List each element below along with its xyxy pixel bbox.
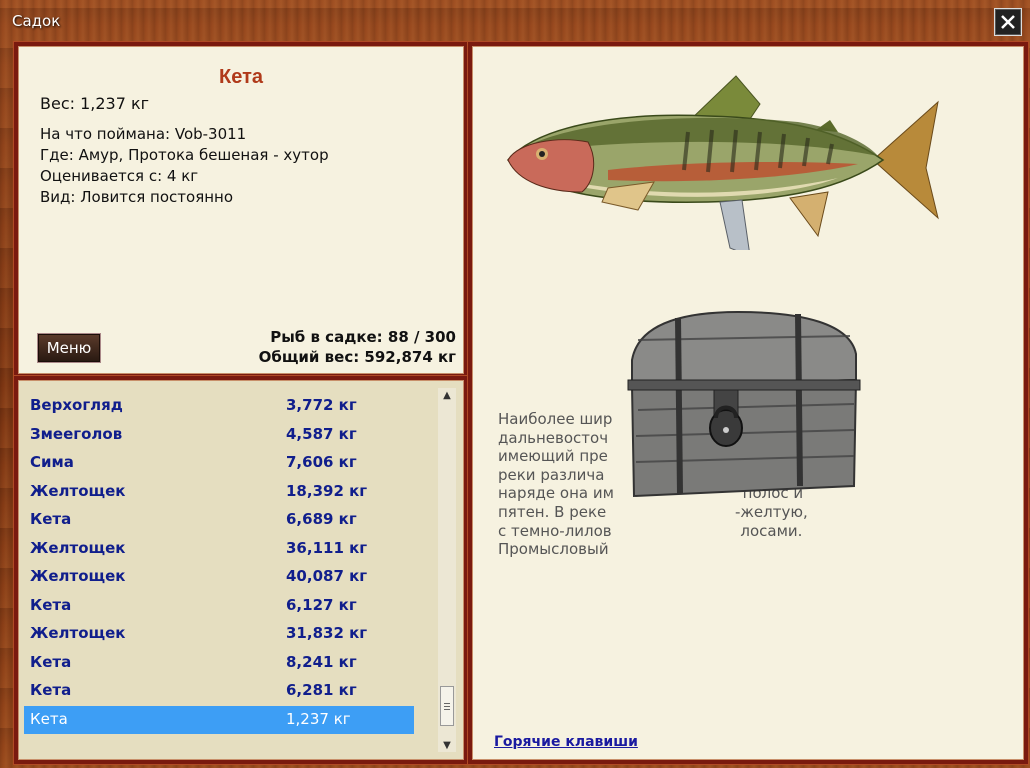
list-item-name: Желтощек bbox=[30, 538, 126, 557]
list-item[interactable]: Кета 6,281 кг bbox=[24, 677, 414, 706]
list-item[interactable]: Кета 8,241 кг bbox=[24, 649, 414, 678]
list-item-weight: 18,392 кг bbox=[286, 481, 368, 500]
list-item-weight: 31,832 кг bbox=[286, 624, 368, 642]
fish-type: Вид: Ловится постоянно bbox=[40, 188, 234, 206]
menu-button[interactable]: Меню bbox=[38, 334, 100, 362]
list-item-name: Кета bbox=[30, 681, 72, 699]
list-item-name: Кета bbox=[30, 595, 72, 614]
list-item-name: Кета bbox=[30, 510, 72, 528]
fish-count: Рыб в садке: 88 / 300 bbox=[270, 328, 456, 346]
list-item-weight: 8,241 кг bbox=[286, 652, 357, 671]
list-item[interactable]: Желтощек 18,392 кг bbox=[24, 478, 414, 507]
list-item-name: Кета bbox=[30, 709, 68, 728]
close-button[interactable] bbox=[994, 8, 1022, 36]
list-item-weight: 7,606 кг bbox=[286, 453, 357, 471]
list-item-weight: 6,127 кг bbox=[286, 595, 357, 614]
fish-details: На что поймана: Vob-3011 Где: Амур, Прот… bbox=[40, 124, 329, 208]
catch-list-panel: Верхогляд 3,772 кг Змееголов 4,587 кг Сима 7,… bbox=[14, 376, 468, 764]
list-item-name: Кета bbox=[30, 652, 72, 671]
list-item-weight: 3,772 кг bbox=[286, 396, 357, 414]
list-item-weight: 36,111 кг bbox=[286, 538, 368, 557]
catch-list: Верхогляд 3,772 кг Змееголов 4,587 кг Сима 7,… bbox=[24, 392, 414, 734]
list-item-name: Желтощек bbox=[30, 624, 126, 642]
list-item[interactable]: Желтощек 40,087 кг bbox=[24, 563, 414, 592]
list-item-name: Сима bbox=[30, 453, 74, 471]
fish-detail-panel: Наиболее шир овый виддальневосточ еимеющ… bbox=[468, 42, 1028, 764]
list-item-weight: 1,237 кг bbox=[286, 709, 351, 728]
scroll-thumb[interactable] bbox=[440, 686, 454, 726]
description-line: с темно-лилов лосами. bbox=[498, 521, 803, 540]
keepnet-stats: Рыб в садке: 88 / 300 Общий вес: 592,874… bbox=[259, 327, 456, 367]
description-line: Промысловый bbox=[498, 540, 609, 559]
scroll-up-icon[interactable]: ▲ bbox=[440, 388, 454, 402]
list-item[interactable]: Кета 6,689 кг bbox=[24, 506, 414, 535]
list-item[interactable]: Желтощек 36,111 кг bbox=[24, 535, 414, 564]
fish-image bbox=[506, 75, 939, 250]
list-item[interactable]: Сима 7,606 кг bbox=[24, 449, 414, 478]
list-scrollbar[interactable]: ▲ ▼ bbox=[438, 388, 456, 752]
chest-image bbox=[627, 310, 861, 498]
list-item-weight: 4,587 кг bbox=[286, 424, 357, 443]
caught-on: На что поймана: Vob-3011 bbox=[40, 125, 247, 143]
hotkeys-link[interactable]: Горячие клавиши bbox=[494, 734, 638, 750]
location: Где: Амур, Протока бешеная - хутор bbox=[40, 146, 329, 164]
fish-info-panel: Кета Вес: 1,237 кг На что поймана: Vob-3… bbox=[14, 42, 468, 378]
list-item-weight: 6,689 кг bbox=[286, 510, 357, 528]
list-item[interactable]: Желтощек 31,832 кг bbox=[24, 620, 414, 649]
fish-weight: Вес: 1,237 кг bbox=[40, 94, 150, 113]
list-item[interactable]: Змееголов 4,587 кг bbox=[24, 421, 414, 450]
list-item-weight: 6,281 кг bbox=[286, 681, 357, 699]
close-icon bbox=[1001, 15, 1015, 29]
fish-name: Кета bbox=[219, 66, 263, 88]
list-item[interactable]: Верхогляд 3,772 кг bbox=[24, 392, 414, 421]
list-item-name: Змееголов bbox=[30, 424, 123, 443]
list-item-weight: 40,087 кг bbox=[286, 567, 368, 585]
total-weight: Общий вес: 592,874 кг bbox=[258, 348, 456, 366]
list-item[interactable]: Кета 6,127 кг bbox=[24, 592, 414, 621]
description-line: пятен. В реке -желтую, bbox=[498, 502, 808, 521]
list-item-name: Желтощек bbox=[30, 481, 126, 500]
list-item[interactable]: Кета 1,237 кг bbox=[24, 705, 414, 734]
window-title: Садок bbox=[12, 12, 61, 30]
list-item-name: Желтощек bbox=[30, 567, 126, 585]
list-item-name: Верхогляд bbox=[30, 396, 123, 414]
scroll-down-icon[interactable]: ▼ bbox=[440, 738, 454, 752]
valued-from: Оценивается с: 4 кг bbox=[40, 167, 199, 185]
